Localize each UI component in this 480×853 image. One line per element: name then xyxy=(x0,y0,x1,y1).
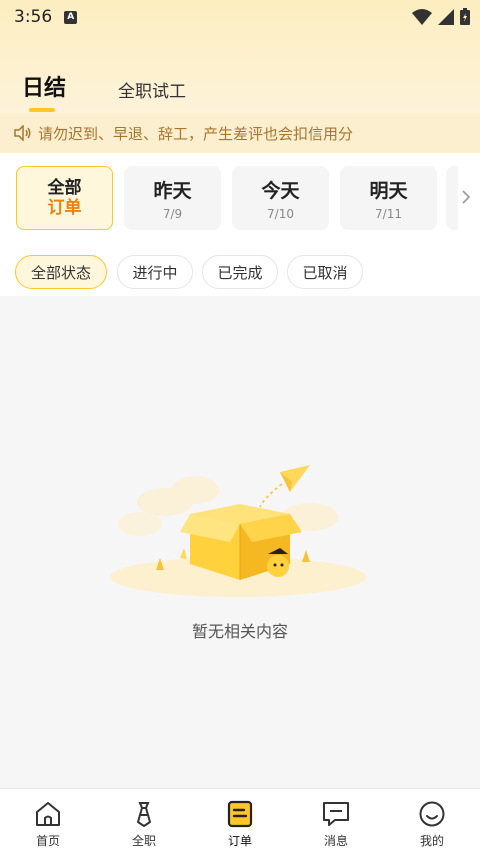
notification-a-icon: A xyxy=(64,10,78,24)
filter-all-status[interactable]: 全部状态 xyxy=(15,255,107,289)
date-card-today[interactable]: 今天 7/10 xyxy=(232,166,329,230)
top-tabs: 日结 全职试工 xyxy=(22,70,186,112)
tie-icon xyxy=(137,802,151,827)
date-card-yesterday[interactable]: 昨天 7/9 xyxy=(124,166,221,230)
status-bar: 3:56 A xyxy=(0,0,480,34)
filter-in-progress[interactable]: 进行中 xyxy=(117,255,193,289)
date-card-label: 今天 xyxy=(261,179,300,202)
order-icon xyxy=(227,800,253,828)
status-time: 3:56 xyxy=(14,7,53,27)
date-card-label: 明天 xyxy=(369,179,408,202)
status-filter-row: 全部状态 进行中 已完成 已取消 xyxy=(0,248,480,296)
nav-mine[interactable]: 我的 xyxy=(384,789,480,853)
empty-state-text: 暂无相关内容 xyxy=(191,622,288,641)
filter-completed[interactable]: 已完成 xyxy=(202,255,278,289)
nav-home[interactable]: 首页 xyxy=(0,789,96,853)
message-icon xyxy=(323,802,349,826)
nav-orders[interactable]: 订单 xyxy=(192,789,288,853)
notice-bar: 请勿迟到、早退、辞工，产生差评也会扣信用分 xyxy=(0,113,480,153)
tab-daily[interactable]: 日结 xyxy=(22,70,66,112)
date-card-partial[interactable] xyxy=(446,166,458,230)
nav-label: 我的 xyxy=(419,834,444,848)
nav-messages[interactable]: 消息 xyxy=(288,789,384,853)
date-card-label: 昨天 xyxy=(153,179,192,202)
date-card-sublabel: 订单 xyxy=(47,198,82,218)
date-card-tomorrow[interactable]: 明天 7/11 xyxy=(340,166,437,230)
nav-fulltime[interactable]: 全职 xyxy=(96,789,192,853)
date-card-date: 7/11 xyxy=(375,206,402,221)
nav-label: 订单 xyxy=(227,834,252,848)
notice-text: 请勿迟到、早退、辞工，产生差评也会扣信用分 xyxy=(38,124,354,143)
empty-box-illustration xyxy=(110,465,366,597)
filter-cancelled[interactable]: 已取消 xyxy=(287,255,363,289)
signal-icon xyxy=(438,8,454,25)
tab-fulltime-trial[interactable]: 全职试工 xyxy=(118,77,186,102)
date-card-date: 7/10 xyxy=(267,206,294,221)
speaker-icon xyxy=(14,125,32,141)
bottom-navigation: 首页 全职 订单 消息 我的 xyxy=(0,788,480,853)
date-selector: 全部 订单 昨天 7/9 今天 7/10 明天 7/11 xyxy=(0,153,480,248)
date-card-date: 7/9 xyxy=(162,206,183,221)
battery-icon xyxy=(460,8,470,25)
nav-label: 全职 xyxy=(131,834,156,848)
status-icons xyxy=(412,8,470,25)
nav-label: 首页 xyxy=(35,834,60,848)
chevron-right-icon[interactable] xyxy=(461,189,471,205)
date-card-all-orders[interactable]: 全部 订单 xyxy=(16,166,113,230)
smile-icon xyxy=(419,801,445,827)
date-card-label: 全部 xyxy=(47,178,82,198)
home-icon xyxy=(36,802,60,826)
wifi-icon xyxy=(412,8,432,25)
nav-label: 消息 xyxy=(323,834,348,848)
